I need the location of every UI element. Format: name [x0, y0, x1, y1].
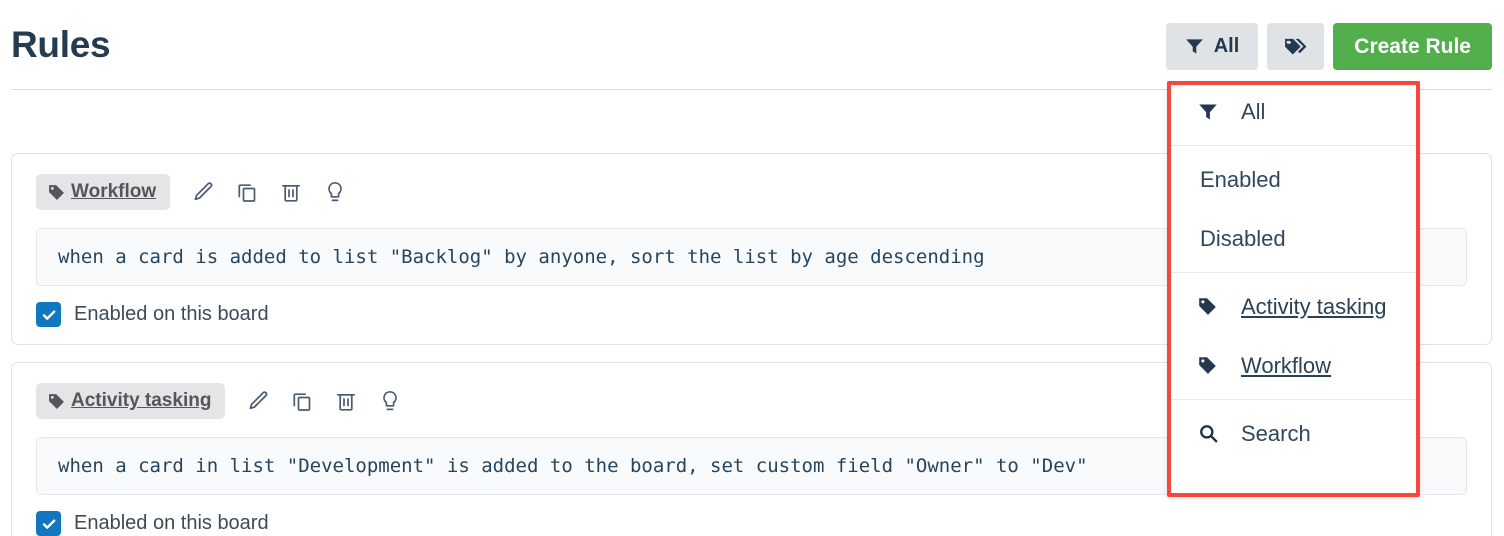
filter-dropdown-menu: All Enabled Disabled Activity tasking Wo… — [1167, 81, 1420, 497]
page-title: Rules — [11, 24, 111, 65]
enabled-checkbox-label: Enabled on this board — [74, 512, 269, 534]
enabled-checkbox[interactable] — [36, 511, 61, 536]
dropdown-item-label: Disabled — [1200, 225, 1286, 251]
tag-icon — [48, 393, 65, 410]
lightbulb-icon[interactable] — [319, 176, 351, 208]
dropdown-item-enabled[interactable]: Enabled — [1168, 150, 1419, 209]
rule-action-icons — [187, 176, 351, 208]
dropdown-separator — [1168, 272, 1419, 273]
filter-funnel-icon — [1185, 37, 1204, 56]
filter-dropdown-wrapper: All Enabled Disabled Activity tasking Wo… — [1167, 81, 1420, 497]
copy-icon[interactable] — [231, 176, 263, 208]
header-actions: All Create Rule — [1165, 23, 1492, 70]
trash-icon[interactable] — [330, 385, 362, 417]
enabled-checkbox-label: Enabled on this board — [74, 303, 269, 325]
filter-funnel-icon — [1198, 102, 1224, 122]
lightbulb-icon[interactable] — [374, 385, 406, 417]
dropdown-item-label: All — [1241, 98, 1266, 124]
dropdown-item-label: Activity tasking — [1241, 293, 1387, 319]
rule-action-icons — [242, 385, 406, 417]
dropdown-item-disabled[interactable]: Disabled — [1168, 209, 1419, 268]
tags-button[interactable] — [1267, 23, 1325, 70]
rules-page: Rules All Create Rule Workflow when a ca… — [0, 0, 1504, 536]
enabled-checkbox[interactable] — [36, 302, 61, 327]
dropdown-item-search[interactable]: Search — [1168, 404, 1419, 463]
dropdown-item-label: Workflow — [1241, 352, 1332, 378]
dropdown-item-all[interactable]: All — [1168, 82, 1419, 141]
edit-icon[interactable] — [187, 176, 219, 208]
rule-tag-label[interactable]: Workflow — [71, 181, 156, 203]
dropdown-item-workflow[interactable]: Workflow — [1168, 336, 1419, 395]
dropdown-item-label: Enabled — [1200, 166, 1281, 192]
rule-tag-label[interactable]: Activity tasking — [71, 390, 211, 412]
create-rule-button[interactable]: Create Rule — [1333, 23, 1492, 70]
dropdown-separator — [1168, 399, 1419, 400]
dropdown-separator — [1168, 145, 1419, 146]
dropdown-item-activity-tasking[interactable]: Activity tasking — [1168, 277, 1419, 336]
filter-button-label: All — [1213, 35, 1240, 57]
tag-icon — [48, 184, 65, 201]
search-icon — [1198, 423, 1224, 444]
rule-enabled-row: Enabled on this board — [36, 511, 1467, 536]
edit-icon[interactable] — [242, 385, 274, 417]
tag-icon — [1198, 297, 1224, 316]
copy-icon[interactable] — [286, 385, 318, 417]
tag-icon — [1198, 356, 1224, 375]
rule-tag-badge[interactable]: Workflow — [36, 174, 171, 210]
page-header: Rules All Create Rule — [0, 0, 1504, 90]
filter-button[interactable]: All — [1165, 23, 1259, 70]
rule-tag-badge[interactable]: Activity tasking — [36, 383, 226, 419]
dropdown-item-label: Search — [1241, 420, 1311, 446]
trash-icon[interactable] — [275, 176, 307, 208]
tags-icon — [1283, 36, 1308, 58]
